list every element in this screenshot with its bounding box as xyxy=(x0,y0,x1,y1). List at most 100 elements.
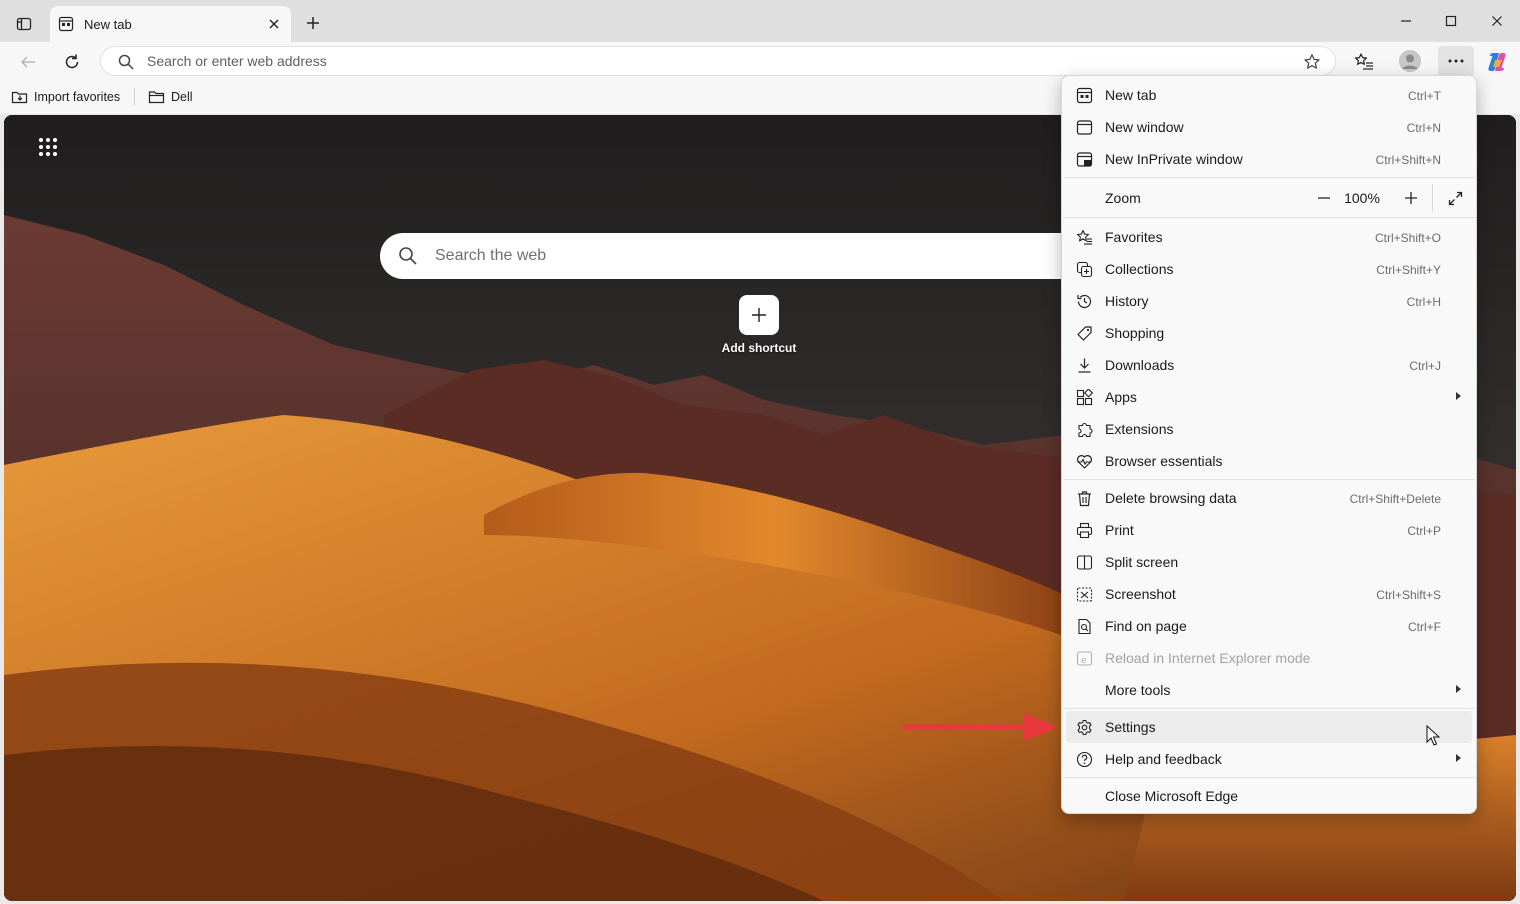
screenshot-icon xyxy=(1076,586,1093,603)
menu-divider xyxy=(1063,479,1475,480)
menu-item-more-tools[interactable]: More tools xyxy=(1066,674,1472,706)
menu-shortcut: Ctrl+Shift+S xyxy=(1376,588,1441,602)
menu-item-apps[interactable]: Apps xyxy=(1066,381,1472,413)
zoom-out-minus-icon[interactable] xyxy=(1312,182,1336,214)
menu-label: Find on page xyxy=(1105,618,1187,634)
menu-label: Shopping xyxy=(1105,325,1165,341)
printer-icon xyxy=(1076,522,1093,539)
profile-avatar-icon[interactable] xyxy=(1399,50,1421,72)
menu-label: New tab xyxy=(1105,87,1157,103)
full-screen-icon[interactable] xyxy=(1442,182,1468,214)
close-window-icon[interactable] xyxy=(1485,10,1509,32)
menu-item-print[interactable]: Print Ctrl+P xyxy=(1066,514,1472,546)
menu-label: Split screen xyxy=(1105,554,1179,570)
menu-shortcut: Ctrl+Shift+Y xyxy=(1376,263,1441,277)
menu-label: Favorites xyxy=(1105,229,1163,245)
browser-essentials-heart-icon xyxy=(1076,453,1093,470)
menu-shortcut: Ctrl+Shift+Delete xyxy=(1349,492,1441,506)
shopping-tag-icon xyxy=(1076,325,1093,342)
menu-shortcut: Ctrl+J xyxy=(1409,359,1441,373)
menu-divider xyxy=(1063,217,1475,218)
menu-item-browser-essentials[interactable]: Browser essentials xyxy=(1066,445,1472,477)
submenu-chevron-icon xyxy=(1456,392,1461,400)
menu-label: Apps xyxy=(1105,389,1137,405)
add-shortcut-tile[interactable]: Add shortcut xyxy=(719,295,799,355)
favorites-icon xyxy=(1076,229,1093,246)
menu-label: Help and feedback xyxy=(1105,751,1222,767)
settings-and-more-menu: New tab Ctrl+T New window Ctrl+N New InP… xyxy=(1061,75,1477,814)
menu-divider xyxy=(1063,177,1475,178)
new-tab-plus-icon[interactable] xyxy=(302,12,324,34)
zoom-divider xyxy=(1432,184,1433,212)
menu-item-extensions[interactable]: Extensions xyxy=(1066,413,1472,445)
zoom-in-plus-icon[interactable] xyxy=(1399,182,1423,214)
menu-item-new-tab[interactable]: New tab Ctrl+T xyxy=(1066,79,1472,111)
menu-shortcut: Ctrl+F xyxy=(1408,620,1441,634)
settings-and-more-button[interactable] xyxy=(1438,46,1474,76)
menu-item-collections[interactable]: Collections Ctrl+Shift+Y xyxy=(1066,253,1472,285)
address-bar[interactable] xyxy=(100,46,1336,76)
extensions-puzzle-icon xyxy=(1076,421,1093,438)
menu-label: Reload in Internet Explorer mode xyxy=(1105,650,1311,666)
new-tab-icon xyxy=(1076,87,1093,104)
apps-icon xyxy=(1076,389,1093,406)
menu-label: Extensions xyxy=(1105,421,1174,437)
app-launcher-grid-icon[interactable] xyxy=(38,137,58,157)
web-search-icon xyxy=(398,246,418,266)
favorites-divider xyxy=(134,88,135,106)
tab-actions-icon[interactable] xyxy=(12,12,36,36)
menu-label: Settings xyxy=(1105,719,1156,735)
menu-label: Collections xyxy=(1105,261,1174,277)
menu-item-favorites[interactable]: Favorites Ctrl+Shift+O xyxy=(1066,221,1472,253)
menu-label: New window xyxy=(1105,119,1184,135)
menu-item-find-on-page[interactable]: Find on page Ctrl+F xyxy=(1066,610,1472,642)
menu-shortcut: Ctrl+P xyxy=(1407,524,1441,538)
add-shortcut-label: Add shortcut xyxy=(721,341,797,355)
minimize-icon[interactable] xyxy=(1394,10,1418,32)
import-favorites-item[interactable]: Import favorites xyxy=(11,88,120,106)
mouse-pointer-icon xyxy=(1426,725,1440,747)
menu-item-shopping[interactable]: Shopping xyxy=(1066,317,1472,349)
folder-icon xyxy=(148,89,165,105)
menu-item-downloads[interactable]: Downloads Ctrl+J xyxy=(1066,349,1472,381)
dell-folder-label: Dell xyxy=(171,90,193,104)
menu-item-new-inprivate-window[interactable]: New InPrivate window Ctrl+Shift+N xyxy=(1066,143,1472,175)
trash-icon xyxy=(1076,490,1093,507)
web-search-input[interactable] xyxy=(435,245,1035,267)
menu-item-settings[interactable]: Settings xyxy=(1066,711,1472,743)
menu-item-help-and-feedback[interactable]: Help and feedback xyxy=(1066,743,1472,775)
import-favorites-label: Import favorites xyxy=(34,90,121,104)
menu-item-screenshot[interactable]: Screenshot Ctrl+Shift+S xyxy=(1066,578,1472,610)
menu-item-close-microsoft-edge[interactable]: Close Microsoft Edge xyxy=(1066,780,1472,812)
downloads-icon xyxy=(1076,357,1093,374)
menu-divider xyxy=(1063,777,1475,778)
menu-item-split-screen[interactable]: Split screen xyxy=(1066,546,1472,578)
collections-icon xyxy=(1076,261,1093,278)
back-arrow-icon[interactable] xyxy=(16,50,40,74)
add-shortcut-plus-icon[interactable] xyxy=(739,295,779,335)
tab-new-tab[interactable]: New tab xyxy=(50,6,291,42)
menu-shortcut: Ctrl+Shift+N xyxy=(1375,153,1441,167)
menu-label: Close Microsoft Edge xyxy=(1105,788,1239,804)
maximize-icon[interactable] xyxy=(1439,10,1463,32)
menu-label: Browser essentials xyxy=(1105,453,1223,469)
dell-folder-item[interactable]: Dell xyxy=(148,88,193,106)
menu-item-new-window[interactable]: New window Ctrl+N xyxy=(1066,111,1472,143)
menu-item-delete-browsing-data[interactable]: Delete browsing data Ctrl+Shift+Delete xyxy=(1066,482,1472,514)
svg-text:e: e xyxy=(1081,656,1087,666)
gear-icon xyxy=(1076,719,1093,736)
split-screen-icon xyxy=(1076,554,1093,571)
menu-item-history[interactable]: History Ctrl+H xyxy=(1066,285,1472,317)
copilot-icon[interactable] xyxy=(1485,50,1509,74)
find-on-page-icon xyxy=(1076,618,1093,635)
address-input[interactable] xyxy=(147,51,1247,71)
refresh-icon[interactable] xyxy=(60,50,84,74)
more-dots-icon xyxy=(1448,59,1464,63)
web-search-box[interactable] xyxy=(380,233,1100,279)
new-window-icon xyxy=(1076,119,1093,136)
close-tab-icon[interactable] xyxy=(265,15,283,33)
menu-shortcut: Ctrl+N xyxy=(1406,121,1441,135)
ie-mode-icon: e xyxy=(1076,650,1093,667)
favorites-list-icon[interactable] xyxy=(1352,50,1376,74)
add-favorite-star-icon[interactable] xyxy=(1303,53,1321,71)
